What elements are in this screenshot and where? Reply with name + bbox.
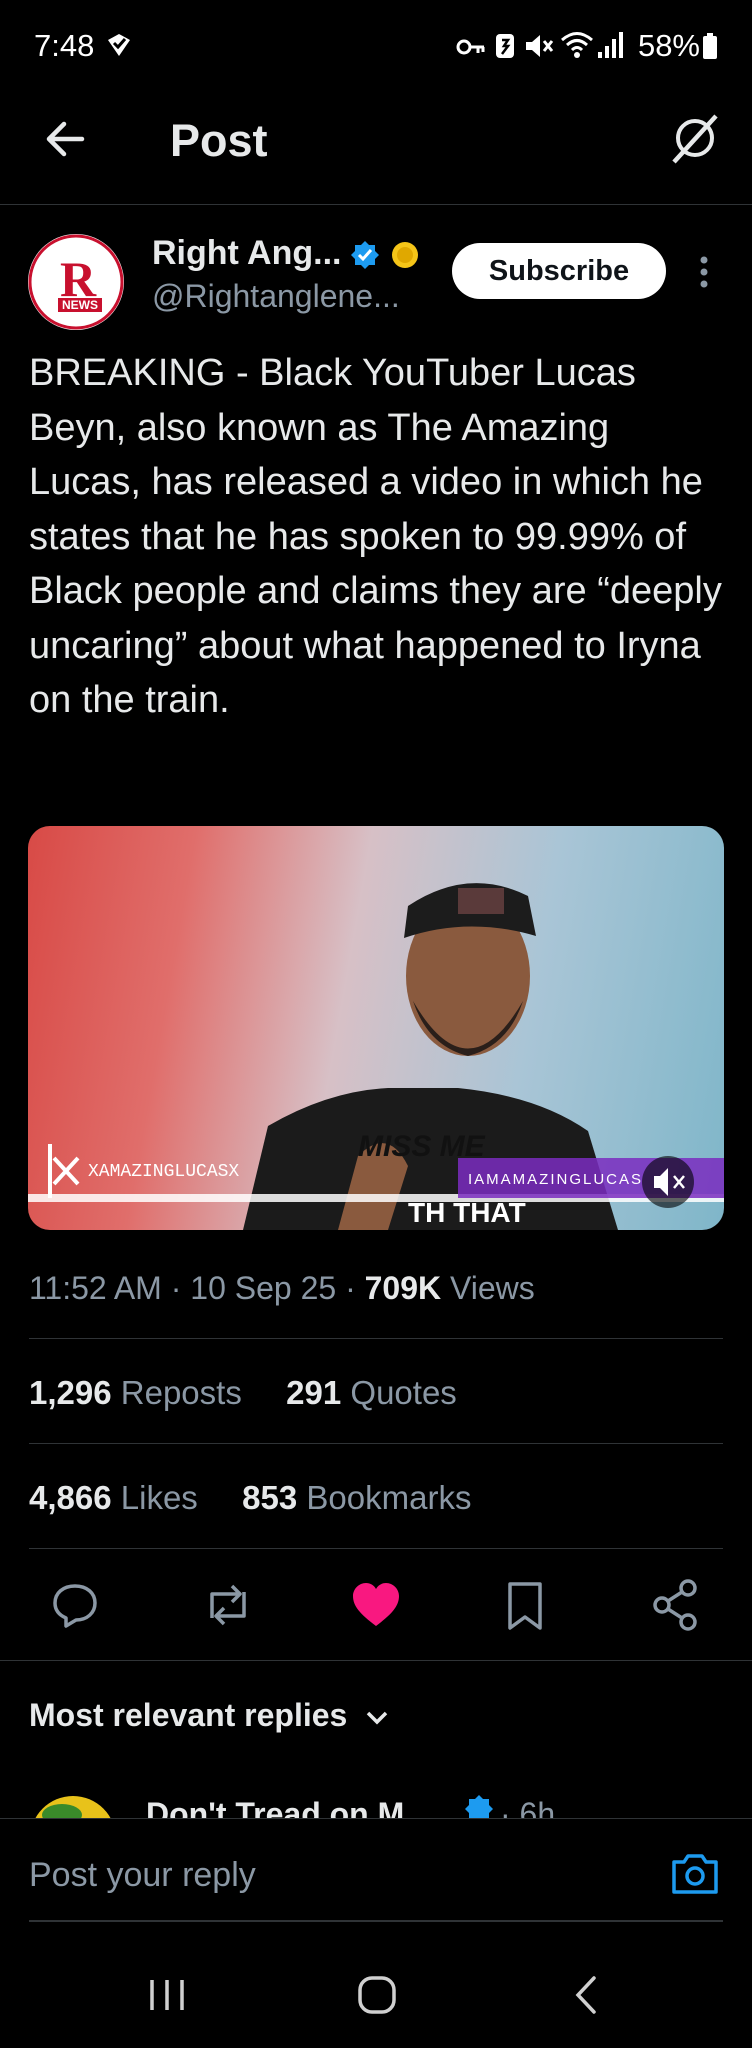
subscribe-button[interactable]: Subscribe (452, 243, 666, 299)
system-nav-bar (0, 1940, 752, 2048)
divider (29, 1920, 723, 1922)
grok-icon[interactable] (668, 110, 722, 166)
reposts-stat[interactable]: 1,296 Reposts (29, 1374, 242, 1411)
video-player[interactable]: MISS ME TH THAT XAMAZINGLUCASX IAMAMAZIN… (28, 826, 724, 1230)
svg-text:NEWS: NEWS (62, 298, 98, 312)
reply-icon[interactable] (50, 1580, 100, 1630)
verified-badge-icon (351, 241, 379, 269)
vpn-icon (496, 34, 514, 58)
svg-text:XAMAZINGLUCASX: XAMAZINGLUCASX (88, 1162, 239, 1182)
status-bar: 7:48 58% (0, 0, 752, 92)
back-arrow-icon[interactable] (42, 116, 88, 162)
bookmarks-stat[interactable]: 853 Bookmarks (242, 1479, 471, 1516)
battery-percent: 58% (637, 28, 700, 63)
camera-icon[interactable] (670, 1852, 720, 1896)
svg-text:MISS ME: MISS ME (358, 1130, 486, 1163)
likes-bookmark-stats: 4,866 Likes 853 Bookmarks (29, 1479, 471, 1517)
post-meta: 11:52 AM · 10 Sep 25 · 709K Views (29, 1270, 535, 1306)
more-options-icon[interactable] (694, 252, 714, 292)
recent-apps-icon[interactable] (146, 1976, 188, 2014)
divider (29, 1443, 723, 1444)
svg-text:IAMAMAZINGLUCAS: IAMAMAZINGLUCAS (468, 1171, 643, 1188)
post-date: 10 Sep 25 (190, 1270, 337, 1306)
views-label: Views (450, 1270, 535, 1306)
divider (0, 1660, 752, 1661)
mute-icon (526, 35, 554, 57)
like-heart-icon[interactable] (350, 1580, 402, 1630)
author-avatar[interactable]: R NEWS (28, 234, 124, 330)
repost-icon[interactable] (200, 1580, 254, 1630)
reply-input[interactable]: Post your reply (29, 1856, 256, 1895)
post-time: 11:52 AM (29, 1270, 162, 1306)
battery-icon (703, 33, 717, 59)
bookmark-icon[interactable] (502, 1580, 548, 1632)
key-icon (456, 39, 485, 55)
repost-quote-stats: 1,296 Reposts 291 Quotes (29, 1374, 457, 1412)
views-count: 709K (364, 1270, 442, 1306)
likes-stat[interactable]: 4,866 Likes (29, 1479, 198, 1516)
quotes-stat[interactable]: 291 Quotes (286, 1374, 457, 1411)
svg-text:TH THAT: TH THAT (408, 1197, 526, 1228)
top-app-bar (0, 100, 752, 205)
right-angle-news-logo: R NEWS (28, 234, 124, 330)
home-icon[interactable] (356, 1974, 398, 2016)
author-handle[interactable]: @Rightanglene... (152, 278, 400, 315)
status-time: 7:48 (34, 28, 95, 63)
gold-affiliate-badge-icon (392, 242, 418, 268)
wifi-icon (561, 32, 593, 58)
page-title: Post (170, 115, 268, 166)
author-name[interactable]: Right Ang... (152, 234, 341, 273)
action-bar (0, 1568, 752, 1648)
share-icon[interactable] (650, 1578, 700, 1632)
post-text: BREAKING - Black YouTuber Lucas Beyn, al… (29, 352, 722, 721)
chevron-down-icon (366, 1711, 388, 1725)
notification-icon (108, 34, 130, 56)
back-icon[interactable] (572, 1974, 602, 2016)
video-frame: MISS ME TH THAT XAMAZINGLUCASX IAMAMAZIN… (28, 883, 724, 1230)
signal-icon (598, 32, 623, 58)
replies-sort-dropdown[interactable]: Most relevant replies (29, 1697, 390, 1734)
divider (29, 1548, 723, 1549)
divider (29, 1338, 723, 1339)
